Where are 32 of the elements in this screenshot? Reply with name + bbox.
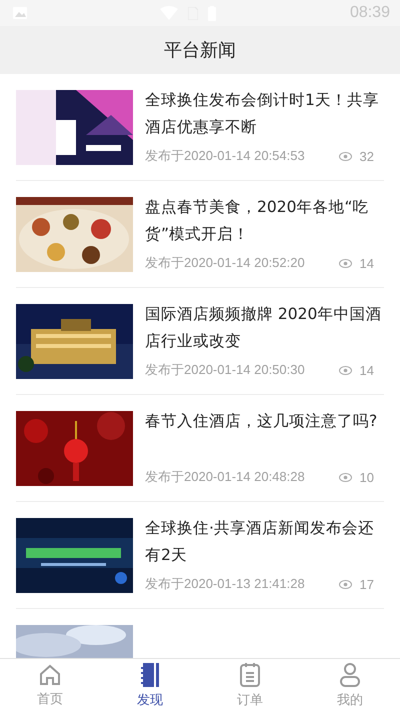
- user-icon: [338, 662, 362, 688]
- view-count: 10: [360, 470, 374, 484]
- publish-date: 发布于2020-01-14 20:52:20: [145, 254, 305, 272]
- news-item[interactable]: 国际酒店频频撤牌 2020年中国酒店行业或改变 发布于2020-01-14 20:50:30 14: [16, 288, 384, 395]
- publish-date: 发布于2020-01-14 20:54:53: [145, 147, 305, 165]
- eye-icon: [338, 366, 352, 374]
- news-item[interactable]: 春节入住酒店，这几项注意了吗? 发布于2020-01-14 20:48:28 10: [16, 395, 384, 502]
- notebook-icon: [138, 662, 162, 688]
- news-title: 全球换住·共享酒店新闻发布会还有2天: [145, 518, 375, 566]
- eye-icon: [338, 580, 352, 588]
- eye-icon: [338, 152, 352, 160]
- page-title: 平台新闻: [164, 39, 236, 62]
- view-count: 32: [360, 148, 374, 164]
- image-icon: [13, 7, 27, 19]
- publish-date: 发布于2020-01-14 20:48:28: [145, 468, 305, 486]
- news-item[interactable]: 全球换住发布会倒计时1天！共享酒店优惠享不断 发布于2020-01-14 20:54:53 32: [16, 74, 384, 181]
- publish-date: 发布于2020-01-13 21:41:28: [145, 575, 305, 593]
- tab[interactable]: 发现: [100, 659, 200, 711]
- view-count: 14: [360, 362, 374, 378]
- view-count: 14: [360, 256, 374, 270]
- news-item[interactable]: 全球换住·共享酒店新闻发布会还有2天 发布于2020-01-13 21:41:28 17: [16, 502, 384, 609]
- view-count: 17: [360, 576, 374, 592]
- news-title: 盘点春节美食，2020年各地“吃货”模式开启！: [145, 197, 370, 245]
- news-title: 国际酒店频频撤牌 2020年中国酒店行业或改变: [145, 304, 382, 352]
- eye-icon: [338, 472, 352, 482]
- clipboard-icon: [238, 662, 262, 688]
- publish-date: 发布于2020-01-14 20:50:30: [145, 361, 305, 379]
- news-item[interactable]: 盘点春节美食，2020年各地“吃货”模式开启！ 发布于2020-01-14 20:52:20 14: [16, 181, 384, 288]
- news-title: 全球换住发布会倒计时1天！共享酒店优惠享不断: [145, 90, 380, 138]
- home-icon: [38, 662, 62, 686]
- eye-icon: [338, 258, 352, 268]
- news-title: 春节入住酒店，这几项注意了吗?: [145, 411, 378, 432]
